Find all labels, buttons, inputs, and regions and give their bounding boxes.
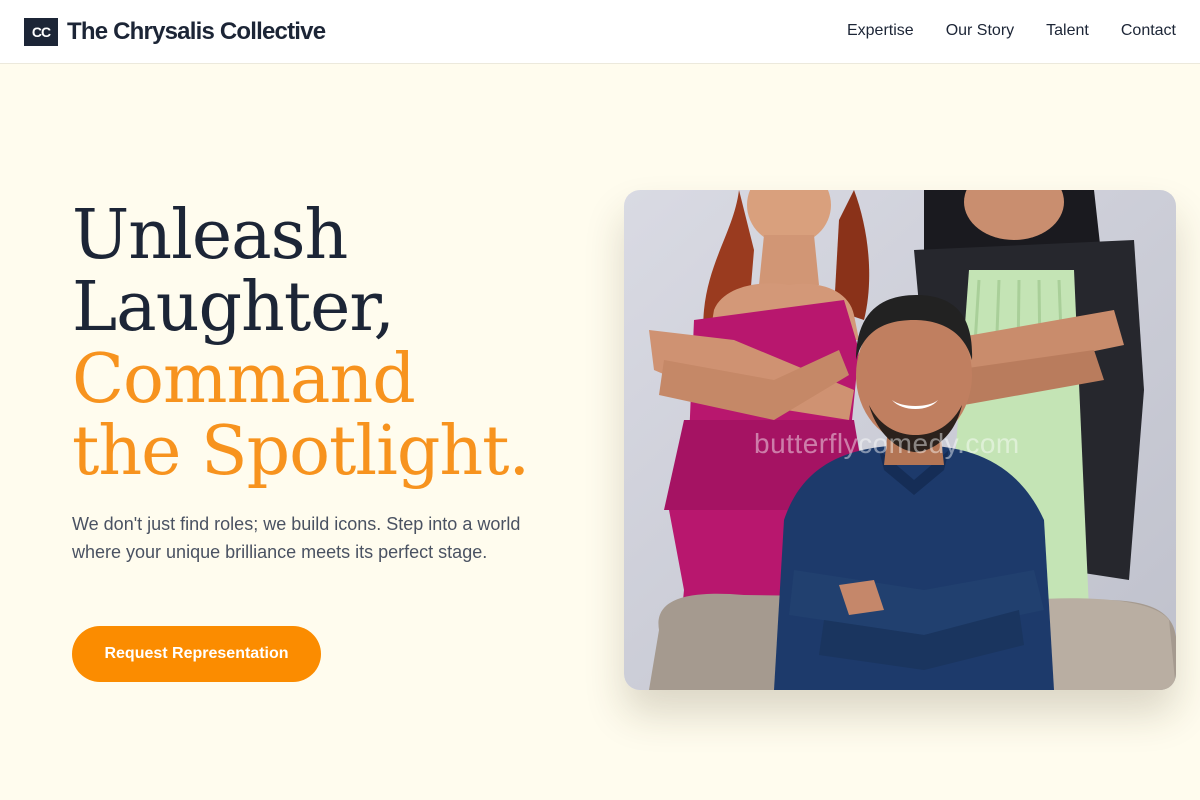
logo-text: The Chrysalis Collective	[67, 18, 326, 45]
hero-title-line-4: the Spotlight.	[72, 412, 530, 491]
nav-link-contact[interactable]: Contact	[1121, 20, 1176, 42]
main-nav: Expertise Our Story Talent Contact	[847, 20, 1176, 42]
hero-photo: butterflycomedy.com	[624, 190, 1176, 690]
request-representation-button[interactable]: Request Representation	[72, 626, 321, 682]
hero-description: We don't just find roles; we build icons…	[72, 514, 521, 562]
nav-link-expertise[interactable]: Expertise	[847, 20, 914, 42]
nav-link-our-story[interactable]: Our Story	[946, 20, 1014, 42]
nav-link-talent[interactable]: Talent	[1046, 20, 1089, 42]
hero-title: Unleash Laughter, Command the Spotlight.	[72, 196, 530, 491]
hero-title-line-2: Laughter,	[72, 268, 395, 347]
site-header: CC The Chrysalis Collective Expertise Ou…	[0, 0, 1200, 64]
hero-title-line-3: Command	[72, 340, 416, 419]
hero-title-line-1: Unleash	[72, 196, 348, 275]
photo-watermark: butterflycomedy.com	[754, 428, 1020, 459]
logo-link[interactable]: CC The Chrysalis Collective	[24, 18, 326, 46]
logo-mark: CC	[24, 18, 58, 46]
